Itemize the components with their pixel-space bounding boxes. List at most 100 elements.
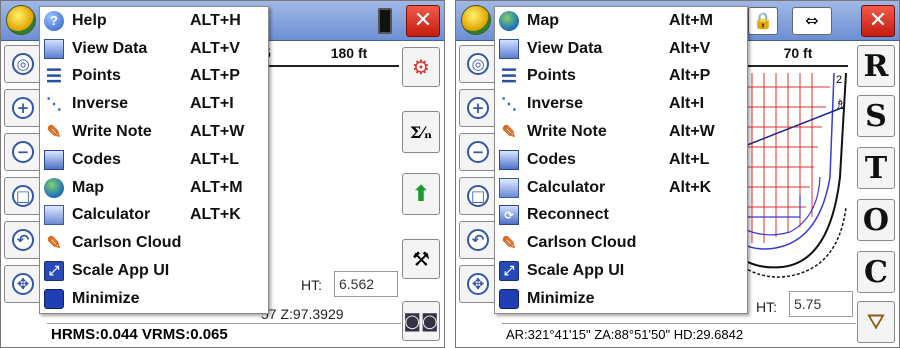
- start-logo-icon[interactable]: [6, 5, 36, 35]
- menu-item-label: Calculator: [527, 178, 606, 196]
- menu-item-codes[interactable]: Codes ALT+L: [40, 146, 268, 174]
- menu-item-label: Carlson Cloud: [72, 234, 182, 252]
- zoom-in-button[interactable]: +: [4, 89, 42, 127]
- menu-item-carlson-cloud[interactable]: ✎ Carlson Cloud: [495, 229, 747, 257]
- zoom-extents-button[interactable]: ◎: [4, 45, 42, 83]
- calculator-icon: [499, 177, 519, 198]
- pencil-icon: ✎: [46, 121, 62, 142]
- menu-item-label: Codes: [527, 150, 576, 168]
- menu-item-view-data[interactable]: View Data ALT+V: [40, 35, 268, 63]
- zoom-window-icon: □: [12, 185, 34, 207]
- summation-button[interactable]: Σ⁄ₙ: [402, 111, 440, 153]
- codes-book-icon: [44, 149, 64, 170]
- menu-item-label: Codes: [72, 150, 121, 168]
- menu-item-label: Scale App UI: [72, 262, 170, 280]
- zoom-pan-button[interactable]: ✥: [459, 265, 497, 303]
- zoom-window-button[interactable]: □: [4, 177, 42, 215]
- zoom-previous-icon: ↶: [467, 229, 489, 251]
- zoom-extents-icon: ◎: [12, 53, 34, 75]
- instrument-marker-icon: ♗: [834, 97, 847, 113]
- menu-item-shortcut: Alt+K: [669, 178, 712, 196]
- menu-item-shortcut: ALT+P: [190, 67, 240, 85]
- close-button[interactable]: ✕: [861, 5, 895, 37]
- map-scale-label: 70 ft: [748, 45, 848, 67]
- menu-item-carlson-cloud[interactable]: ✎ Carlson Cloud: [40, 229, 268, 257]
- reconnect-icon: ⟳: [499, 205, 519, 226]
- rover-icon: ⇔: [805, 11, 819, 30]
- right-screen: ◐ 🔒 ⇔ ✕ ◎ + − □ ↶ ✥ R S T O C ⛛ 70 ft: [455, 0, 900, 348]
- menu-item-points[interactable]: ☰ Points Alt+P: [495, 63, 747, 91]
- tripod-button[interactable]: ⛛: [857, 301, 895, 343]
- menu-item-codes[interactable]: Codes Alt+L: [495, 146, 747, 174]
- menu-item-points[interactable]: ☰ Points ALT+P: [40, 63, 268, 91]
- lock-button[interactable]: 🔒: [748, 7, 778, 35]
- menu-item-label: Write Note: [527, 123, 607, 141]
- menu-item-scale-app-ui[interactable]: ⤢ Scale App UI: [495, 257, 747, 285]
- zoom-window-button[interactable]: □: [459, 177, 497, 215]
- zoom-previous-button[interactable]: ↶: [4, 221, 42, 259]
- menu-item-shortcut: Alt+M: [669, 11, 713, 29]
- popup-menu: Map Alt+M View Data Alt+V ☰ Points Alt+P…: [494, 6, 748, 314]
- instrument-setup-button[interactable]: ⚙: [402, 47, 440, 87]
- menu-item-inverse[interactable]: ⋱ Inverse Alt+I: [495, 90, 747, 118]
- menu-item-scale-app-ui[interactable]: ⤢ Scale App UI: [40, 257, 268, 285]
- menu-item-view-data[interactable]: View Data Alt+V: [495, 35, 747, 63]
- side-button-t[interactable]: T: [857, 147, 895, 189]
- start-logo-icon[interactable]: [461, 5, 491, 35]
- minimize-icon: [44, 288, 64, 309]
- menu-item-label: Inverse: [72, 95, 129, 113]
- menu-item-label: Minimize: [527, 289, 595, 307]
- binoculars-button[interactable]: ◙◙: [402, 301, 440, 341]
- binoculars-icon: ◙◙: [403, 310, 439, 332]
- calculator-icon: [44, 205, 64, 226]
- menu-item-shortcut: ALT+I: [190, 95, 234, 113]
- menu-item-label: Points: [527, 67, 576, 85]
- ht-label: HT:: [301, 277, 322, 293]
- ht-value-field[interactable]: 5.75: [789, 291, 853, 317]
- tools-button[interactable]: ⚒: [402, 239, 440, 279]
- menu-item-inverse[interactable]: ⋱ Inverse ALT+I: [40, 90, 268, 118]
- sigma-icon: Σ⁄ₙ: [409, 122, 433, 142]
- inverse-icon: ⋱: [46, 96, 62, 114]
- zoom-extents-icon: ◎: [467, 53, 489, 75]
- side-button-o[interactable]: O: [857, 199, 895, 241]
- zoom-previous-button[interactable]: ↶: [459, 221, 497, 259]
- zoom-extents-button[interactable]: ◎: [459, 45, 497, 83]
- menu-item-calculator[interactable]: Calculator ALT+K: [40, 202, 268, 230]
- menu-item-minimize[interactable]: Minimize: [495, 285, 747, 313]
- status-bar: AR:321°41'15" ZA:88°51'50" HD:29.6842: [502, 323, 856, 347]
- menu-item-minimize[interactable]: Minimize: [40, 285, 268, 313]
- zoom-in-button[interactable]: +: [459, 89, 497, 127]
- view-data-icon: [499, 38, 519, 59]
- rover-button[interactable]: ⇔: [792, 7, 832, 35]
- menu-item-label: Calculator: [72, 206, 151, 224]
- menu-item-map[interactable]: Map ALT+M: [40, 174, 268, 202]
- side-button-r[interactable]: R: [857, 45, 895, 87]
- menu-item-label: Reconnect: [527, 206, 609, 224]
- instrument-icon: ⚙: [412, 55, 430, 79]
- zoom-pan-button[interactable]: ✥: [4, 265, 42, 303]
- menu-item-map[interactable]: Map Alt+M: [495, 7, 747, 35]
- ht-label: HT:: [756, 299, 777, 315]
- side-button-c[interactable]: C: [857, 251, 895, 293]
- menu-item-help[interactable]: ? Help ALT+H: [40, 7, 268, 35]
- ht-value-field[interactable]: 6.562: [334, 271, 398, 297]
- zoom-out-icon: −: [12, 141, 34, 163]
- zoom-out-button[interactable]: −: [459, 133, 497, 171]
- menu-item-shortcut: ALT+W: [190, 123, 245, 141]
- menu-item-calculator[interactable]: Calculator Alt+K: [495, 174, 747, 202]
- menu-item-write-note[interactable]: ✎ Write Note ALT+W: [40, 118, 268, 146]
- menu-item-label: Map: [72, 178, 104, 196]
- popup-menu: ? Help ALT+H View Data ALT+V ☰ Points AL…: [39, 6, 269, 314]
- menu-item-write-note[interactable]: ✎ Write Note Alt+W: [495, 118, 747, 146]
- inverse-icon: ⋱: [501, 96, 517, 114]
- menu-item-label: Inverse: [527, 95, 584, 113]
- close-button[interactable]: ✕: [406, 5, 440, 37]
- menu-item-reconnect[interactable]: ⟳ Reconnect: [495, 202, 747, 230]
- stakeout-button[interactable]: ⬆: [402, 173, 440, 215]
- zoom-out-button[interactable]: −: [4, 133, 42, 171]
- side-button-s[interactable]: S: [857, 95, 895, 137]
- menu-item-shortcut: ALT+V: [190, 39, 240, 57]
- menu-item-shortcut: Alt+L: [669, 150, 710, 168]
- pencil-icon: ✎: [501, 232, 517, 253]
